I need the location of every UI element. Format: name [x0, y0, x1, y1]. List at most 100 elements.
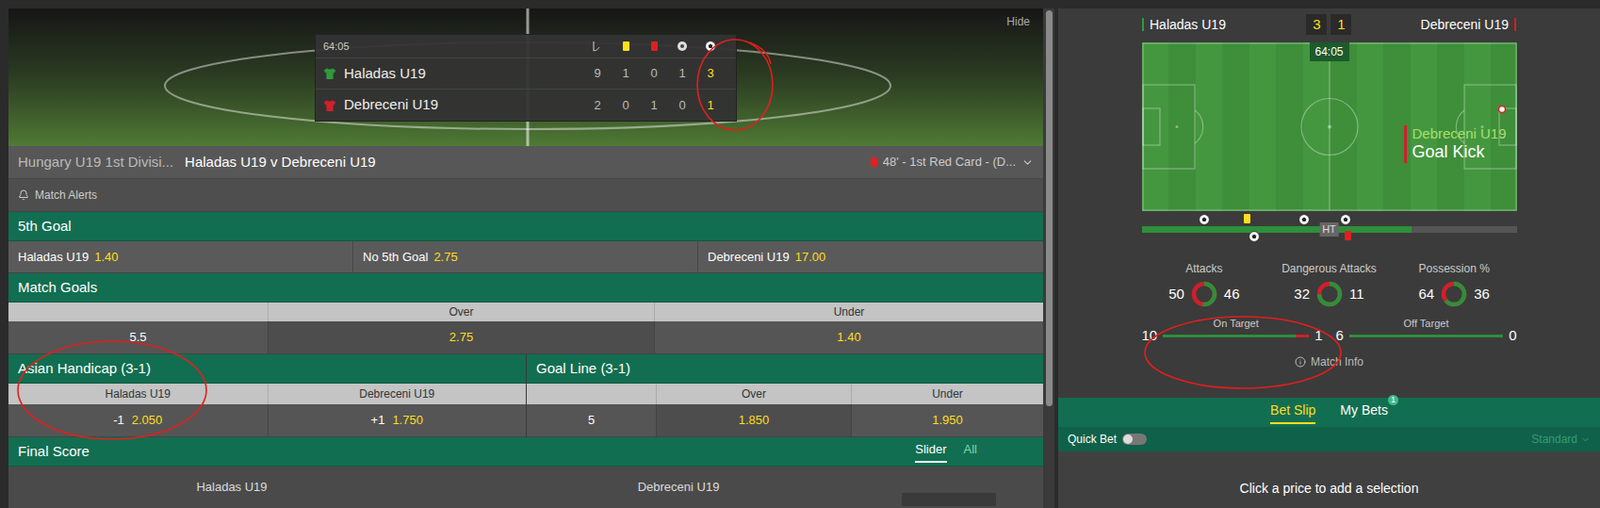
away-team: Debreceni U19 [1391, 15, 1517, 35]
tab-badge: 1 [1387, 394, 1399, 406]
match-goals-columns: OverUnder [8, 302, 1044, 322]
odds-cell[interactable]: +11.750 [267, 404, 527, 437]
bar-home: 10 [1142, 326, 1159, 344]
slider-box[interactable] [901, 492, 996, 507]
bell-icon [17, 189, 30, 201]
stat-label: Dangerous Attacks [1281, 260, 1377, 278]
stat-value: 1 [668, 64, 697, 83]
fifth-goal-header: 5th Goal [8, 212, 1044, 242]
final-score-row: Haladas U19Debreceni U19 [8, 466, 1044, 508]
view-tab[interactable]: Slider [914, 440, 947, 463]
odds-cell[interactable]: -12.050 [8, 404, 268, 437]
shirt-icon [323, 98, 337, 113]
odds-cell[interactable]: 1.850 [655, 404, 851, 437]
stat-column-header [583, 40, 612, 52]
quick-bet-label: Quick Bet [1067, 430, 1117, 448]
goal-line-row: 51.8501.950 [526, 404, 1044, 438]
chevron-down-icon [1580, 434, 1591, 445]
bet-slip-tab[interactable]: Bet Slip [1270, 400, 1316, 425]
ball-icon [704, 40, 717, 52]
annotation-overlay [0, 0, 1600, 508]
stat-label: Attacks [1185, 260, 1223, 278]
odds-cell[interactable]: Haladas U191.40 [8, 241, 354, 273]
red-card-icon [870, 157, 878, 167]
quick-bet-row: Quick Bet Standard [1058, 426, 1600, 452]
match-alerts[interactable]: Match Alerts [8, 179, 1044, 213]
home-team: Haladas U19 [1142, 15, 1267, 35]
match-goals-header: Match Goals [8, 273, 1044, 303]
column-header: Haladas U19 [8, 383, 268, 405]
league-name[interactable]: Hungary U19 1st Divisi... [17, 151, 174, 174]
stat-home: 32 [1293, 283, 1310, 306]
video-area: Hide64:05Haladas U1991013Debreceni U1920… [8, 8, 1044, 147]
odds-cell[interactable]: 1.40 [653, 321, 1044, 354]
section-title: Match Goals [17, 277, 98, 299]
chevron-down-icon [1021, 156, 1034, 169]
bar-track [1162, 334, 1309, 338]
timeline-fill [1142, 226, 1413, 233]
handicap-section: Asian Handicap (3-1) Haladas U19Debreceni… [8, 354, 1044, 438]
right-panel: Haladas U1931Debreceni U1964:05Debreceni… [1058, 8, 1600, 508]
quick-bet-toggle[interactable] [1122, 433, 1147, 445]
odds-cell[interactable]: Debreceni U1917.00 [698, 241, 1044, 273]
penalty-icon [676, 40, 688, 52]
stat-value: 9 [583, 64, 612, 83]
odds-cell[interactable]: 1.950 [850, 404, 1044, 437]
last-event[interactable]: 48' - 1st Red Card - (D... [870, 152, 1034, 172]
view-tab[interactable]: All [963, 440, 978, 463]
fifth-goal-row: Haladas U191.40No 5th Goal2.75Debreceni … [8, 241, 1044, 274]
top-strip [0, 0, 1600, 9]
scrollbar[interactable] [1043, 8, 1055, 508]
info-icon [1294, 356, 1307, 368]
event-team: Debreceni U19 [1412, 125, 1507, 143]
section-title: Asian Handicap (3-1) [17, 358, 151, 380]
tracker-header: Haladas U1931Debreceni U19 [1058, 8, 1600, 41]
scoreboard-clock: 64:05 [323, 38, 584, 55]
line-cell: 5 [526, 404, 656, 437]
stat-column-header [611, 41, 640, 51]
bar-fill [1162, 334, 1296, 338]
bet-slip: Bet Slip My Bets1 Quick Bet Standard Click a… [1058, 397, 1600, 508]
stat-label: Possession % [1418, 260, 1489, 278]
hide-button[interactable]: Hide [1006, 13, 1030, 31]
pitch-event: Debreceni U19Goal Kick [1404, 125, 1507, 164]
column-header: Debreceni U19 [267, 383, 527, 405]
match-header: Hungary U19 1st Divisi...Haladas U19 v D… [8, 146, 1044, 180]
stat-value: 0 [668, 96, 697, 115]
shirt-icon [323, 66, 337, 81]
shot-bar: 10On Target1 [1142, 315, 1323, 344]
stat-column-header [668, 40, 697, 52]
bet-mode[interactable]: Standard [1531, 430, 1591, 448]
scrollbar-thumb[interactable] [1045, 10, 1053, 407]
stat-home: 64 [1418, 283, 1435, 306]
stat-away: 36 [1473, 283, 1490, 306]
red-card-icon [651, 41, 658, 51]
stat-value: 1 [639, 96, 669, 115]
scoreboard-header: 64:05 [315, 34, 736, 59]
bet-slip-tab[interactable]: My Bets1 [1339, 400, 1388, 425]
odds-cell[interactable]: 2.75 [267, 321, 654, 354]
away-score: 1 [1330, 14, 1352, 35]
stat: Attacks50 46 [1142, 260, 1268, 309]
goal-line-header: Goal Line (3-1) [526, 354, 1044, 384]
bet-slip-empty: Click a price to add a selection [1058, 451, 1600, 508]
view-switch: Slider All [914, 440, 1034, 463]
stat-value: 1 [611, 64, 640, 83]
stat-home: 50 [1168, 283, 1185, 306]
odds-cell[interactable]: No 5th Goal2.75 [353, 241, 699, 273]
timeline-event [1298, 213, 1310, 226]
stat-away: 46 [1224, 283, 1241, 306]
ball-icon [1298, 213, 1310, 226]
bar-away: 0 [1508, 326, 1517, 344]
section-title: Final Score [17, 440, 90, 463]
match-info[interactable]: Match Info [1058, 353, 1600, 371]
share-donut-icon [1190, 279, 1219, 309]
annotation-circle [17, 341, 207, 440]
event-action: Goal Kick [1412, 142, 1507, 164]
timeline-event [1344, 230, 1352, 241]
stat: Possession % 64 36 [1391, 260, 1518, 309]
asian-handicap: Asian Handicap (3-1) Haladas U19Debreceni… [8, 354, 526, 438]
app: Hide64:05Haladas U1991013Debreceni U1920… [0, 0, 1600, 508]
stat-column-header [639, 41, 669, 51]
bar-away: 1 [1314, 326, 1323, 344]
